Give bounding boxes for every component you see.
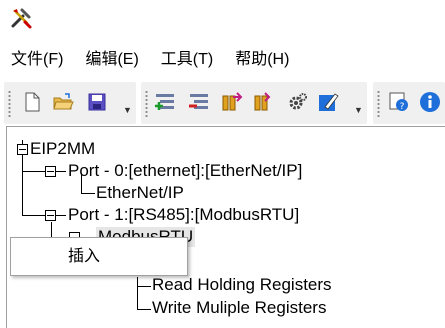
- tree-node-port1[interactable]: Port - 1:[RS485]:[ModbusRTU]: [68, 205, 299, 225]
- tree-connector: [81, 173, 82, 193]
- tree-node-root[interactable]: EIP2MM: [30, 139, 95, 159]
- settings-gear-icon[interactable]: [287, 91, 309, 113]
- tree-connector: [22, 155, 23, 215]
- chevron-down-icon[interactable]: ▼: [354, 106, 363, 115]
- tree-connector: [22, 140, 23, 144]
- context-menu-insert[interactable]: 插入: [68, 247, 100, 267]
- toolbar-grip[interactable]: [145, 90, 148, 117]
- chevron-down-icon[interactable]: ▼: [123, 106, 132, 115]
- menu-file[interactable]: 文件(F): [0, 50, 74, 70]
- tree-view[interactable]: EIP2MM Port - 0:[ethernet]:[EtherNet/IP]…: [6, 126, 445, 328]
- collapse-root-icon[interactable]: [17, 144, 28, 155]
- tree-connector: [81, 193, 95, 194]
- tree-connector: [22, 215, 45, 216]
- tree-connector: [137, 309, 151, 310]
- save-icon[interactable]: [86, 91, 108, 113]
- toolbar-grip[interactable]: [8, 90, 11, 117]
- import-icon[interactable]: [221, 91, 243, 113]
- toolbar-group-tree: ▼: [141, 82, 367, 124]
- remove-node-icon[interactable]: [188, 91, 210, 113]
- tree-connector: [56, 171, 66, 172]
- menu-edit[interactable]: 编辑(E): [74, 50, 149, 70]
- tree-node-read-holding[interactable]: Read Holding Registers: [152, 275, 332, 295]
- tree-node-ethernetip[interactable]: EtherNet/IP: [96, 183, 184, 203]
- collapse-port0-icon[interactable]: [45, 166, 56, 177]
- info-icon[interactable]: [419, 91, 441, 113]
- help-icon[interactable]: ?: [388, 91, 410, 113]
- tree-connector: [51, 222, 52, 237]
- svg-text:?: ?: [400, 102, 405, 112]
- tree-connector: [137, 277, 138, 309]
- tree-node-port0[interactable]: Port - 0:[ethernet]:[EtherNet/IP]: [68, 161, 302, 181]
- tree-connector: [137, 286, 151, 287]
- edit-icon[interactable]: [317, 91, 339, 113]
- toolbar-group-file: ▼: [4, 82, 136, 124]
- new-file-icon[interactable]: [21, 91, 43, 113]
- toolbar-group-help: ?: [373, 82, 445, 124]
- collapse-port1-icon[interactable]: [45, 210, 56, 221]
- tree-connector: [22, 171, 45, 172]
- title-bar: [0, 0, 445, 40]
- context-menu: 插入: [10, 237, 188, 276]
- menu-tools[interactable]: 工具(T): [150, 50, 224, 70]
- toolbar: ▼ ▼ ?: [0, 82, 445, 124]
- export-icon[interactable]: [253, 91, 275, 113]
- tree-node-write-multiple[interactable]: Write Muliple Registers: [152, 298, 326, 318]
- tools-app-icon: [11, 8, 32, 29]
- menu-bar: 文件(F) 编辑(E) 工具(T) 帮助(H): [0, 46, 445, 74]
- tree-connector: [56, 215, 66, 216]
- toolbar-grip[interactable]: [377, 90, 380, 117]
- menu-help[interactable]: 帮助(H): [224, 50, 300, 70]
- add-node-icon[interactable]: [154, 91, 176, 113]
- open-folder-icon[interactable]: [52, 91, 74, 113]
